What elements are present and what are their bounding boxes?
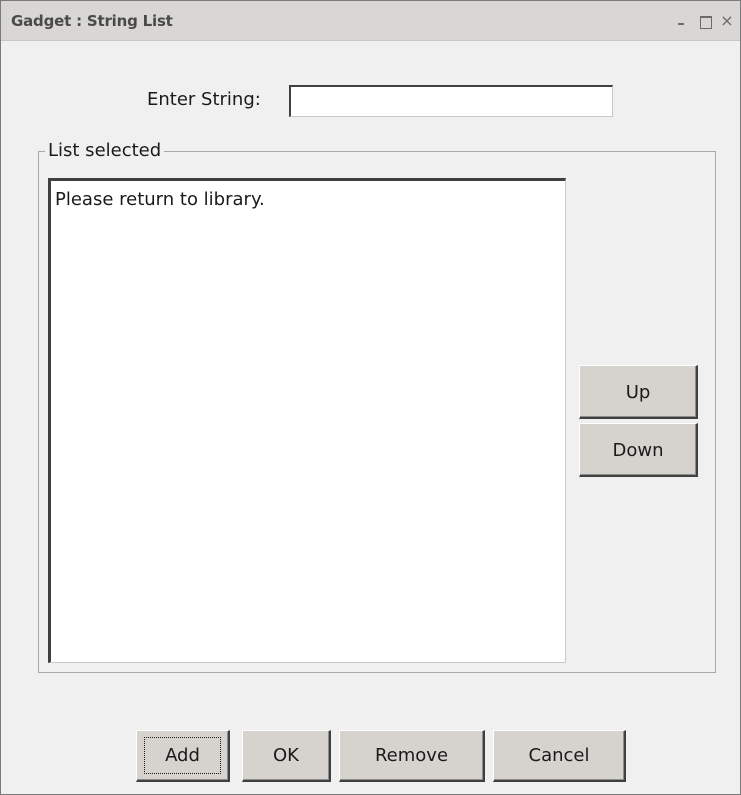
add-button-label: Add bbox=[165, 744, 200, 766]
remove-button[interactable]: Remove bbox=[339, 730, 485, 782]
add-button[interactable]: Add bbox=[136, 730, 230, 782]
list-selected-legend: List selected bbox=[45, 139, 165, 163]
enter-string-label: Enter String: bbox=[147, 89, 261, 110]
maximize-icon[interactable] bbox=[697, 13, 713, 29]
string-list-dialog: Gadget : String List × Enter String: Lis… bbox=[0, 0, 741, 795]
close-icon[interactable]: × bbox=[719, 13, 735, 29]
up-button[interactable]: Up bbox=[579, 365, 698, 419]
list-item[interactable]: Please return to library. bbox=[55, 187, 265, 213]
down-button[interactable]: Down bbox=[579, 423, 698, 477]
window-title: Gadget : String List bbox=[11, 12, 173, 30]
minimize-icon[interactable] bbox=[673, 13, 689, 29]
cancel-button[interactable]: Cancel bbox=[493, 730, 626, 782]
string-listbox[interactable]: Please return to library. bbox=[48, 178, 566, 663]
ok-button[interactable]: OK bbox=[242, 730, 331, 782]
title-bar[interactable]: Gadget : String List × bbox=[1, 1, 740, 41]
enter-string-input[interactable] bbox=[289, 85, 613, 117]
